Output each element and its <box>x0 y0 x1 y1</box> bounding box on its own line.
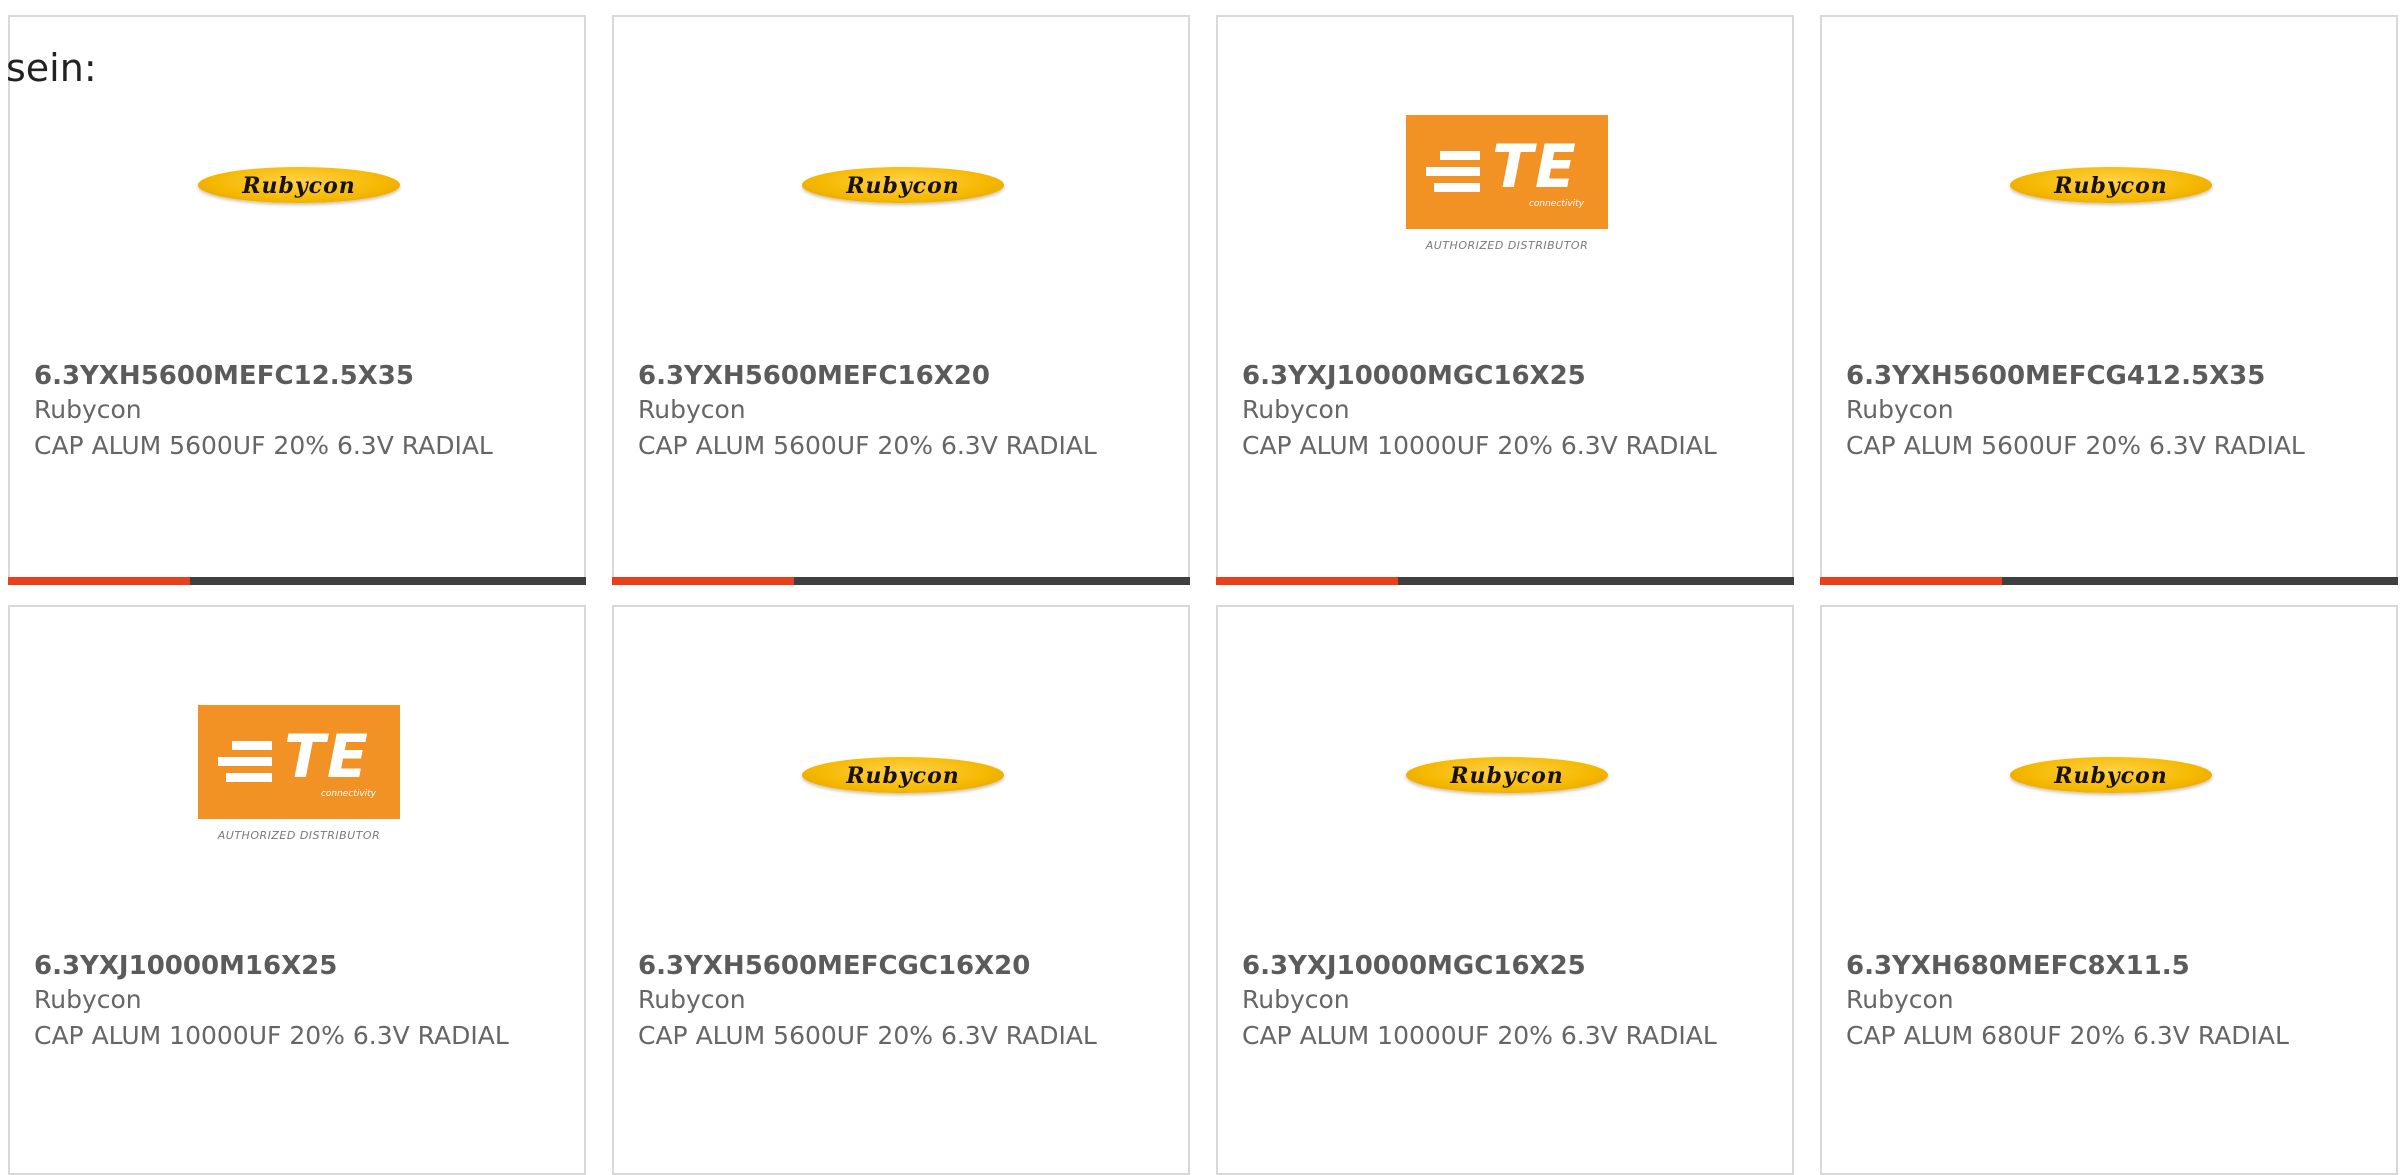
te-logo-box: TE connectivity <box>1406 115 1608 229</box>
te-logo-sub: connectivity <box>1528 199 1584 209</box>
part-number-link[interactable]: 6.3YXJ10000MGC16X25 <box>1242 951 1586 981</box>
manufacturer-name: Rubycon <box>638 395 746 424</box>
card-footer-accent <box>612 577 794 585</box>
product-card[interactable]: Rubycon 6.3YXH5600MEFCGC16X20 Rubycon CA… <box>612 605 1190 1175</box>
product-description: CAP ALUM 5600UF 20% 6.3V RADIAL <box>638 431 1097 460</box>
te-lines-icon <box>1426 151 1488 195</box>
part-number-link[interactable]: 6.3YXJ10000MGC16X25 <box>1242 361 1586 391</box>
part-number-link[interactable]: 6.3YXH680MEFC8X11.5 <box>1846 951 2190 981</box>
rubycon-logo: Rubycon <box>2010 757 2212 793</box>
product-description: CAP ALUM 10000UF 20% 6.3V RADIAL <box>1242 431 1717 460</box>
card-footer-bar <box>1820 577 2398 585</box>
part-number-link[interactable]: 6.3YXH5600MEFC16X20 <box>638 361 990 391</box>
rubycon-logo-text: Rubycon <box>846 173 960 199</box>
te-connectivity-logo: TE connectivity AUTHORIZED DISTRIBUTOR <box>1406 115 1608 255</box>
product-description: CAP ALUM 5600UF 20% 6.3V RADIAL <box>1846 431 2305 460</box>
card-footer-accent <box>1820 577 2002 585</box>
manufacturer-name: Rubycon <box>1242 985 1350 1014</box>
product-description: CAP ALUM 680UF 20% 6.3V RADIAL <box>1846 1021 2289 1050</box>
product-card[interactable]: Rubycon 6.3YXH5600MEFC16X20 Rubycon CAP … <box>612 15 1190 585</box>
te-connectivity-logo: TE connectivity AUTHORIZED DISTRIBUTOR <box>198 705 400 845</box>
product-logo-area: Rubycon <box>614 17 1188 317</box>
te-logo-letters: TE <box>1492 132 1578 202</box>
card-footer-bar <box>8 577 586 585</box>
rubycon-logo-text: Rubycon <box>242 173 356 199</box>
product-description: CAP ALUM 10000UF 20% 6.3V RADIAL <box>1242 1021 1717 1050</box>
manufacturer-name: Rubycon <box>34 985 142 1014</box>
product-card[interactable]: TE connectivity AUTHORIZED DISTRIBUTOR 6… <box>1216 15 1794 585</box>
te-logo-caption: AUTHORIZED DISTRIBUTOR <box>1425 239 1589 252</box>
part-number-link[interactable]: 6.3YXJ10000M16X25 <box>34 951 337 981</box>
product-card[interactable]: Rubycon 6.3YXJ10000MGC16X25 Rubycon CAP … <box>1216 605 1794 1175</box>
product-card[interactable]: Rubycon 6.3YXH5600MEFCG412.5X35 Rubycon … <box>1820 15 2398 585</box>
rubycon-logo: Rubycon <box>802 757 1004 793</box>
te-lines-icon <box>218 741 280 785</box>
rubycon-logo: Rubycon <box>198 167 400 203</box>
product-description: CAP ALUM 10000UF 20% 6.3V RADIAL <box>34 1021 509 1050</box>
te-logo-caption: AUTHORIZED DISTRIBUTOR <box>217 829 381 842</box>
product-card[interactable]: TE connectivity AUTHORIZED DISTRIBUTOR 6… <box>8 605 586 1175</box>
manufacturer-name: Rubycon <box>638 985 746 1014</box>
te-logo-box: TE connectivity <box>198 705 400 819</box>
part-number-link[interactable]: 6.3YXH5600MEFC12.5X35 <box>34 361 414 391</box>
part-number-link[interactable]: 6.3YXH5600MEFCGC16X20 <box>638 951 1030 981</box>
card-footer-accent <box>8 577 190 585</box>
product-card[interactable]: Rubycon 6.3YXH680MEFC8X11.5 Rubycon CAP … <box>1820 605 2398 1175</box>
product-description: CAP ALUM 5600UF 20% 6.3V RADIAL <box>638 1021 1097 1050</box>
product-logo-area: Rubycon <box>614 607 1188 907</box>
card-footer-accent <box>1216 577 1398 585</box>
intro-text: sein: <box>6 46 97 90</box>
te-logo-sub: connectivity <box>320 789 376 799</box>
product-logo-area: Rubycon <box>1822 607 2396 907</box>
rubycon-logo: Rubycon <box>802 167 1004 203</box>
manufacturer-name: Rubycon <box>1846 395 1954 424</box>
manufacturer-name: Rubycon <box>1846 985 1954 1014</box>
product-logo-area: Rubycon <box>1822 17 2396 317</box>
product-card[interactable]: Rubycon 6.3YXH5600MEFC12.5X35 Rubycon CA… <box>8 15 586 585</box>
rubycon-logo: Rubycon <box>2010 167 2212 203</box>
rubycon-logo-text: Rubycon <box>2054 173 2168 199</box>
rubycon-logo-text: Rubycon <box>2054 763 2168 789</box>
part-number-link[interactable]: 6.3YXH5600MEFCG412.5X35 <box>1846 361 2265 391</box>
product-description: CAP ALUM 5600UF 20% 6.3V RADIAL <box>34 431 493 460</box>
product-logo-area: TE connectivity AUTHORIZED DISTRIBUTOR <box>10 607 584 907</box>
product-logo-area: Rubycon <box>1218 607 1792 907</box>
card-footer-bar <box>1216 577 1794 585</box>
card-footer-bar <box>612 577 1190 585</box>
rubycon-logo: Rubycon <box>1406 757 1608 793</box>
product-logo-area: TE connectivity AUTHORIZED DISTRIBUTOR <box>1218 17 1792 317</box>
te-logo-letters: TE <box>284 722 370 792</box>
manufacturer-name: Rubycon <box>1242 395 1350 424</box>
rubycon-logo-text: Rubycon <box>1450 763 1564 789</box>
manufacturer-name: Rubycon <box>34 395 142 424</box>
rubycon-logo-text: Rubycon <box>846 763 960 789</box>
